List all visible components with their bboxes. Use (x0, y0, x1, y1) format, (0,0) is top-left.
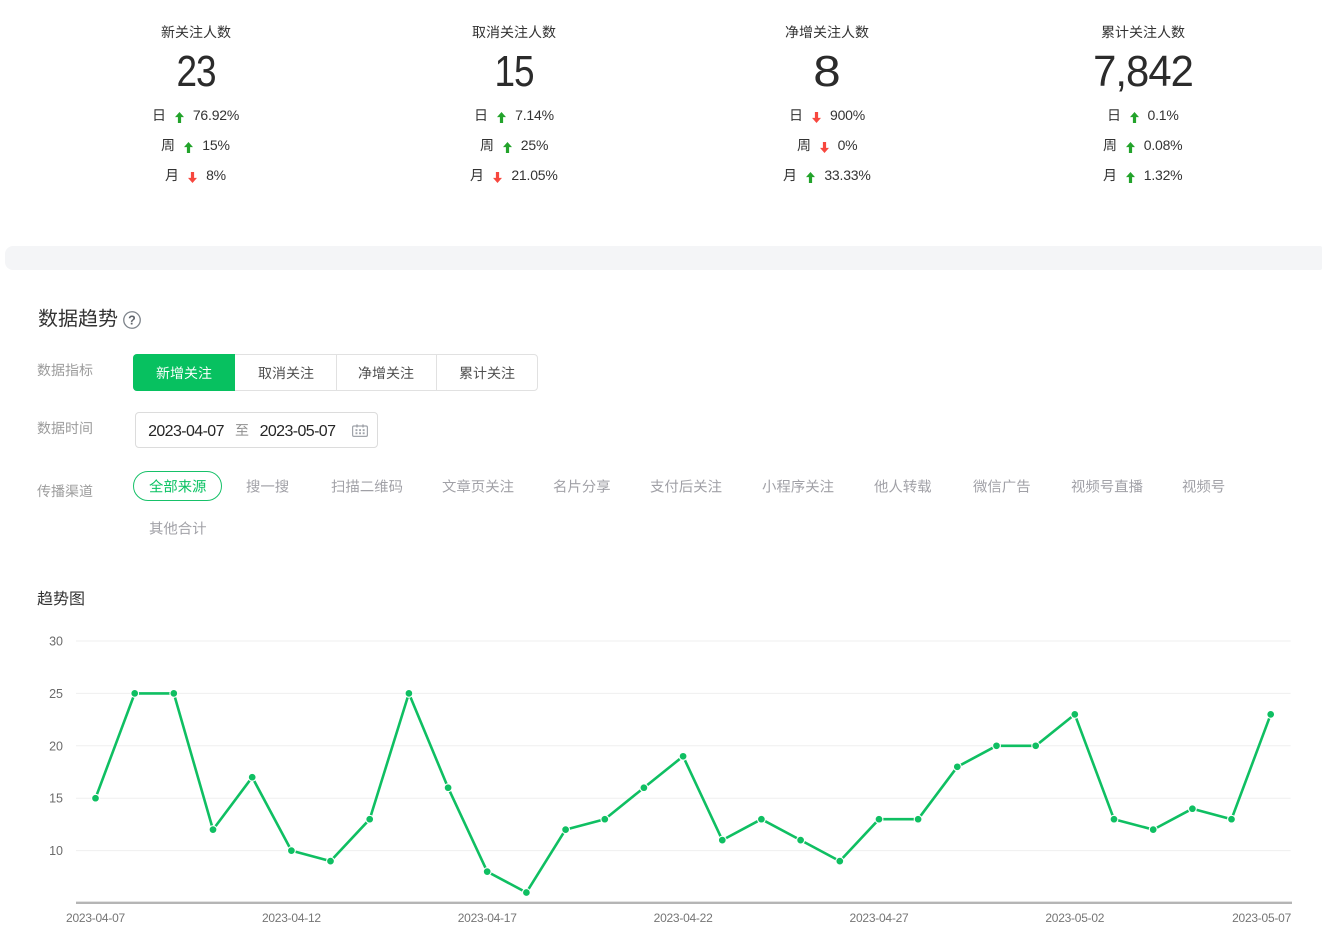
svg-text:2023-04-07: 2023-04-07 (66, 911, 125, 925)
svg-text:15: 15 (49, 792, 63, 806)
svg-text:2023-04-17: 2023-04-17 (458, 911, 517, 925)
svg-text:30: 30 (49, 635, 63, 649)
svg-text:2023-04-12: 2023-04-12 (262, 911, 321, 925)
svg-text:2023-04-27: 2023-04-27 (850, 911, 909, 925)
svg-text:10: 10 (49, 844, 63, 858)
svg-text:2023-05-02: 2023-05-02 (1045, 911, 1104, 925)
svg-text:2023-04-22: 2023-04-22 (654, 911, 713, 925)
svg-text:25: 25 (49, 687, 63, 701)
svg-text:20: 20 (49, 739, 63, 753)
svg-text:2023-05-07: 2023-05-07 (1232, 911, 1291, 925)
